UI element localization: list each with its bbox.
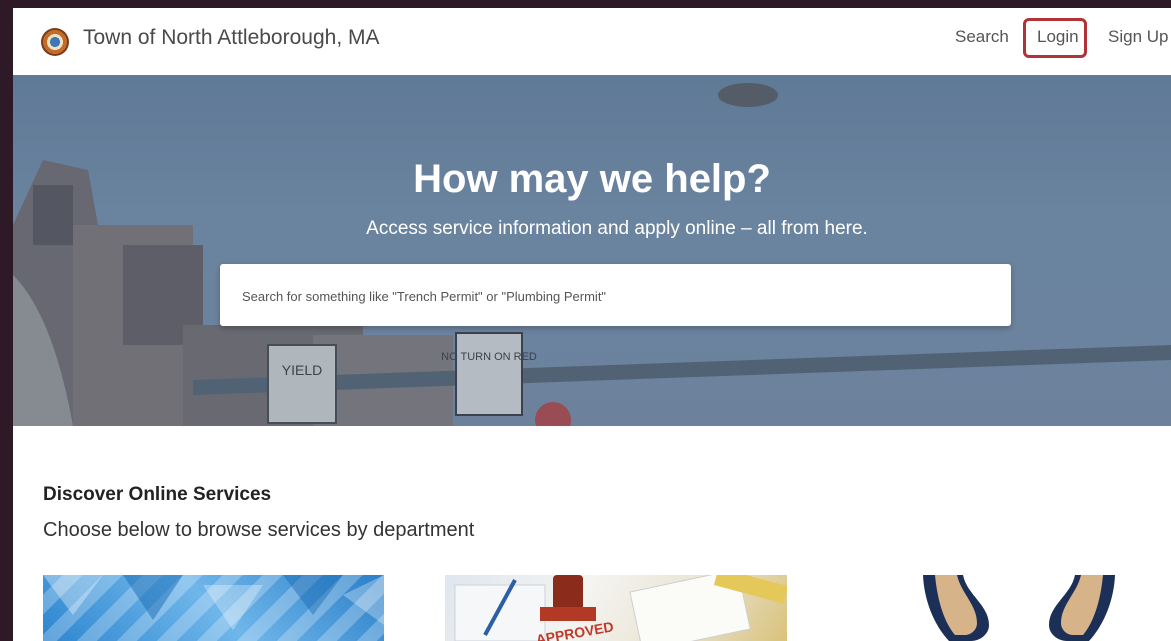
hero-title: How may we help? — [413, 157, 771, 201]
nav-signup-link[interactable]: Sign Up — [1108, 27, 1168, 47]
department-card-1[interactable] — [43, 575, 384, 641]
discover-subtitle: Choose below to browse services by depar… — [43, 519, 475, 541]
department-card-2[interactable]: APPROVED — [445, 575, 787, 641]
site-title[interactable]: Town of North Attleborough, MA — [83, 26, 380, 50]
hero-subtitle: Access service information and apply onl… — [366, 218, 868, 239]
service-search-box — [220, 264, 1011, 326]
hero-banner: YIELD NO TURN ON RED How may we help? Ac… — [13, 75, 1171, 426]
geometric-pattern-image — [43, 575, 384, 630]
nav-login-link[interactable]: Login — [1037, 27, 1079, 47]
department-card-3[interactable] — [919, 575, 1119, 641]
page: Town of North Attleborough, MA Search Lo… — [13, 8, 1171, 641]
service-search-input[interactable] — [240, 283, 984, 309]
hands-logo-image — [923, 575, 1115, 641]
hero-overlay — [13, 75, 1171, 426]
top-nav-bar: Town of North Attleborough, MA Search Lo… — [13, 8, 1171, 76]
town-seal-logo[interactable] — [41, 28, 69, 56]
discover-title: Discover Online Services — [43, 484, 272, 505]
approved-stamp-image: APPROVED — [454, 575, 787, 641]
approved-stamp-text: APPROVED — [535, 618, 615, 641]
nav-search-link[interactable]: Search — [955, 27, 1009, 47]
